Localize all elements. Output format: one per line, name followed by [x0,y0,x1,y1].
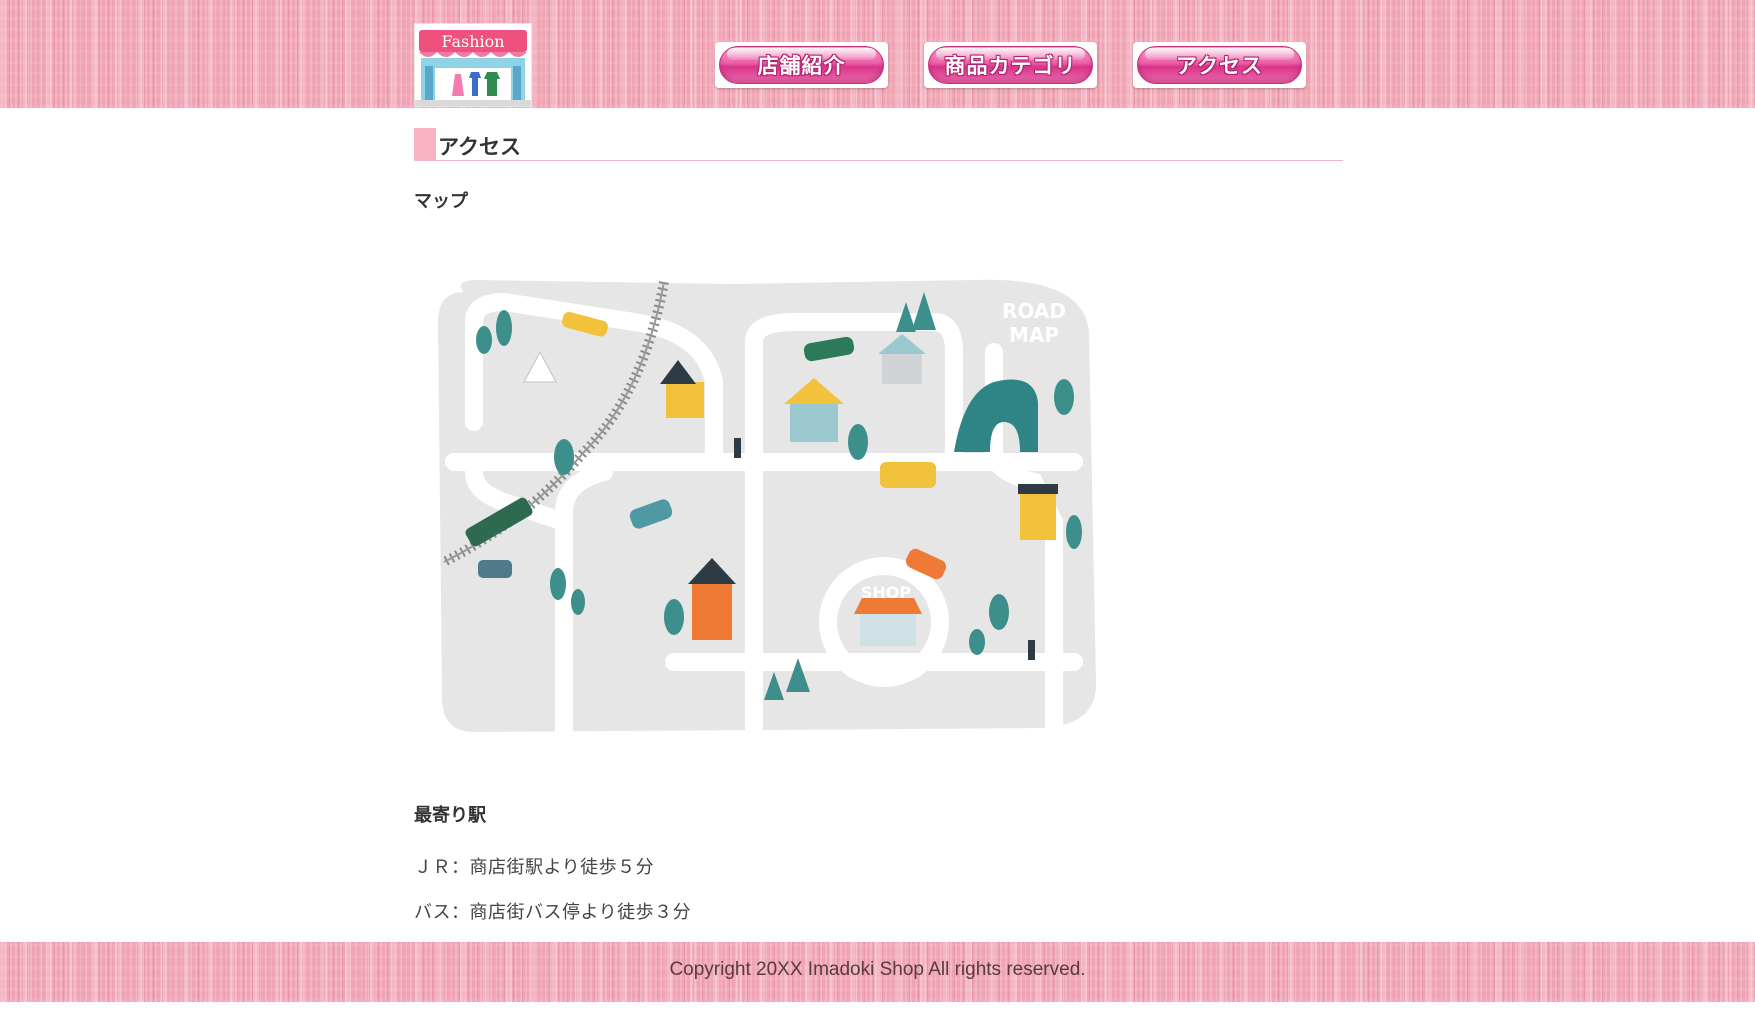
footer-bar: Copyright 20XX Imadoki Shop All rights r… [0,942,1755,1002]
copyright-text: Copyright 20XX Imadoki Shop All rights r… [669,959,1086,980]
access-line-jr: ＪＲ：商店街駅より徒歩５分 [414,857,655,878]
shop-logo[interactable]: Fashion [414,23,532,107]
nearest-station-heading: 最寄り駅 [414,805,486,826]
section-heading: アクセス [414,128,1343,161]
logo-text: Fashion [441,32,504,51]
heading-accent-mark [414,128,436,160]
map-label-map: MAP [1009,323,1059,347]
main-content: アクセス [414,128,1343,161]
storefront-icon: Fashion [415,30,531,106]
nav-access-button[interactable]: アクセス [1133,42,1306,88]
nav-product-category-button[interactable]: 商品カテゴリ [924,42,1097,88]
access-line-bus: バス：商店街バス停より徒歩３分 [414,902,692,923]
map-image: ROAD MAP SHOP [438,279,1097,741]
nav-label: 商品カテゴリ [944,54,1077,78]
map-label-shop: SHOP [861,583,912,602]
nav-store-intro-button[interactable]: 店舗紹介 [715,42,888,88]
map-label-road: ROAD [1002,299,1066,323]
nav-label: アクセス [1176,54,1263,78]
map-heading: マップ [414,191,468,212]
header-bar: Fashion 店舗紹介 商品カテゴリ アクセス [0,0,1755,108]
page-title: アクセス [438,135,521,159]
nav-label: 店舗紹介 [757,54,846,78]
road-map-illustration: ROAD MAP SHOP [434,262,1104,741]
